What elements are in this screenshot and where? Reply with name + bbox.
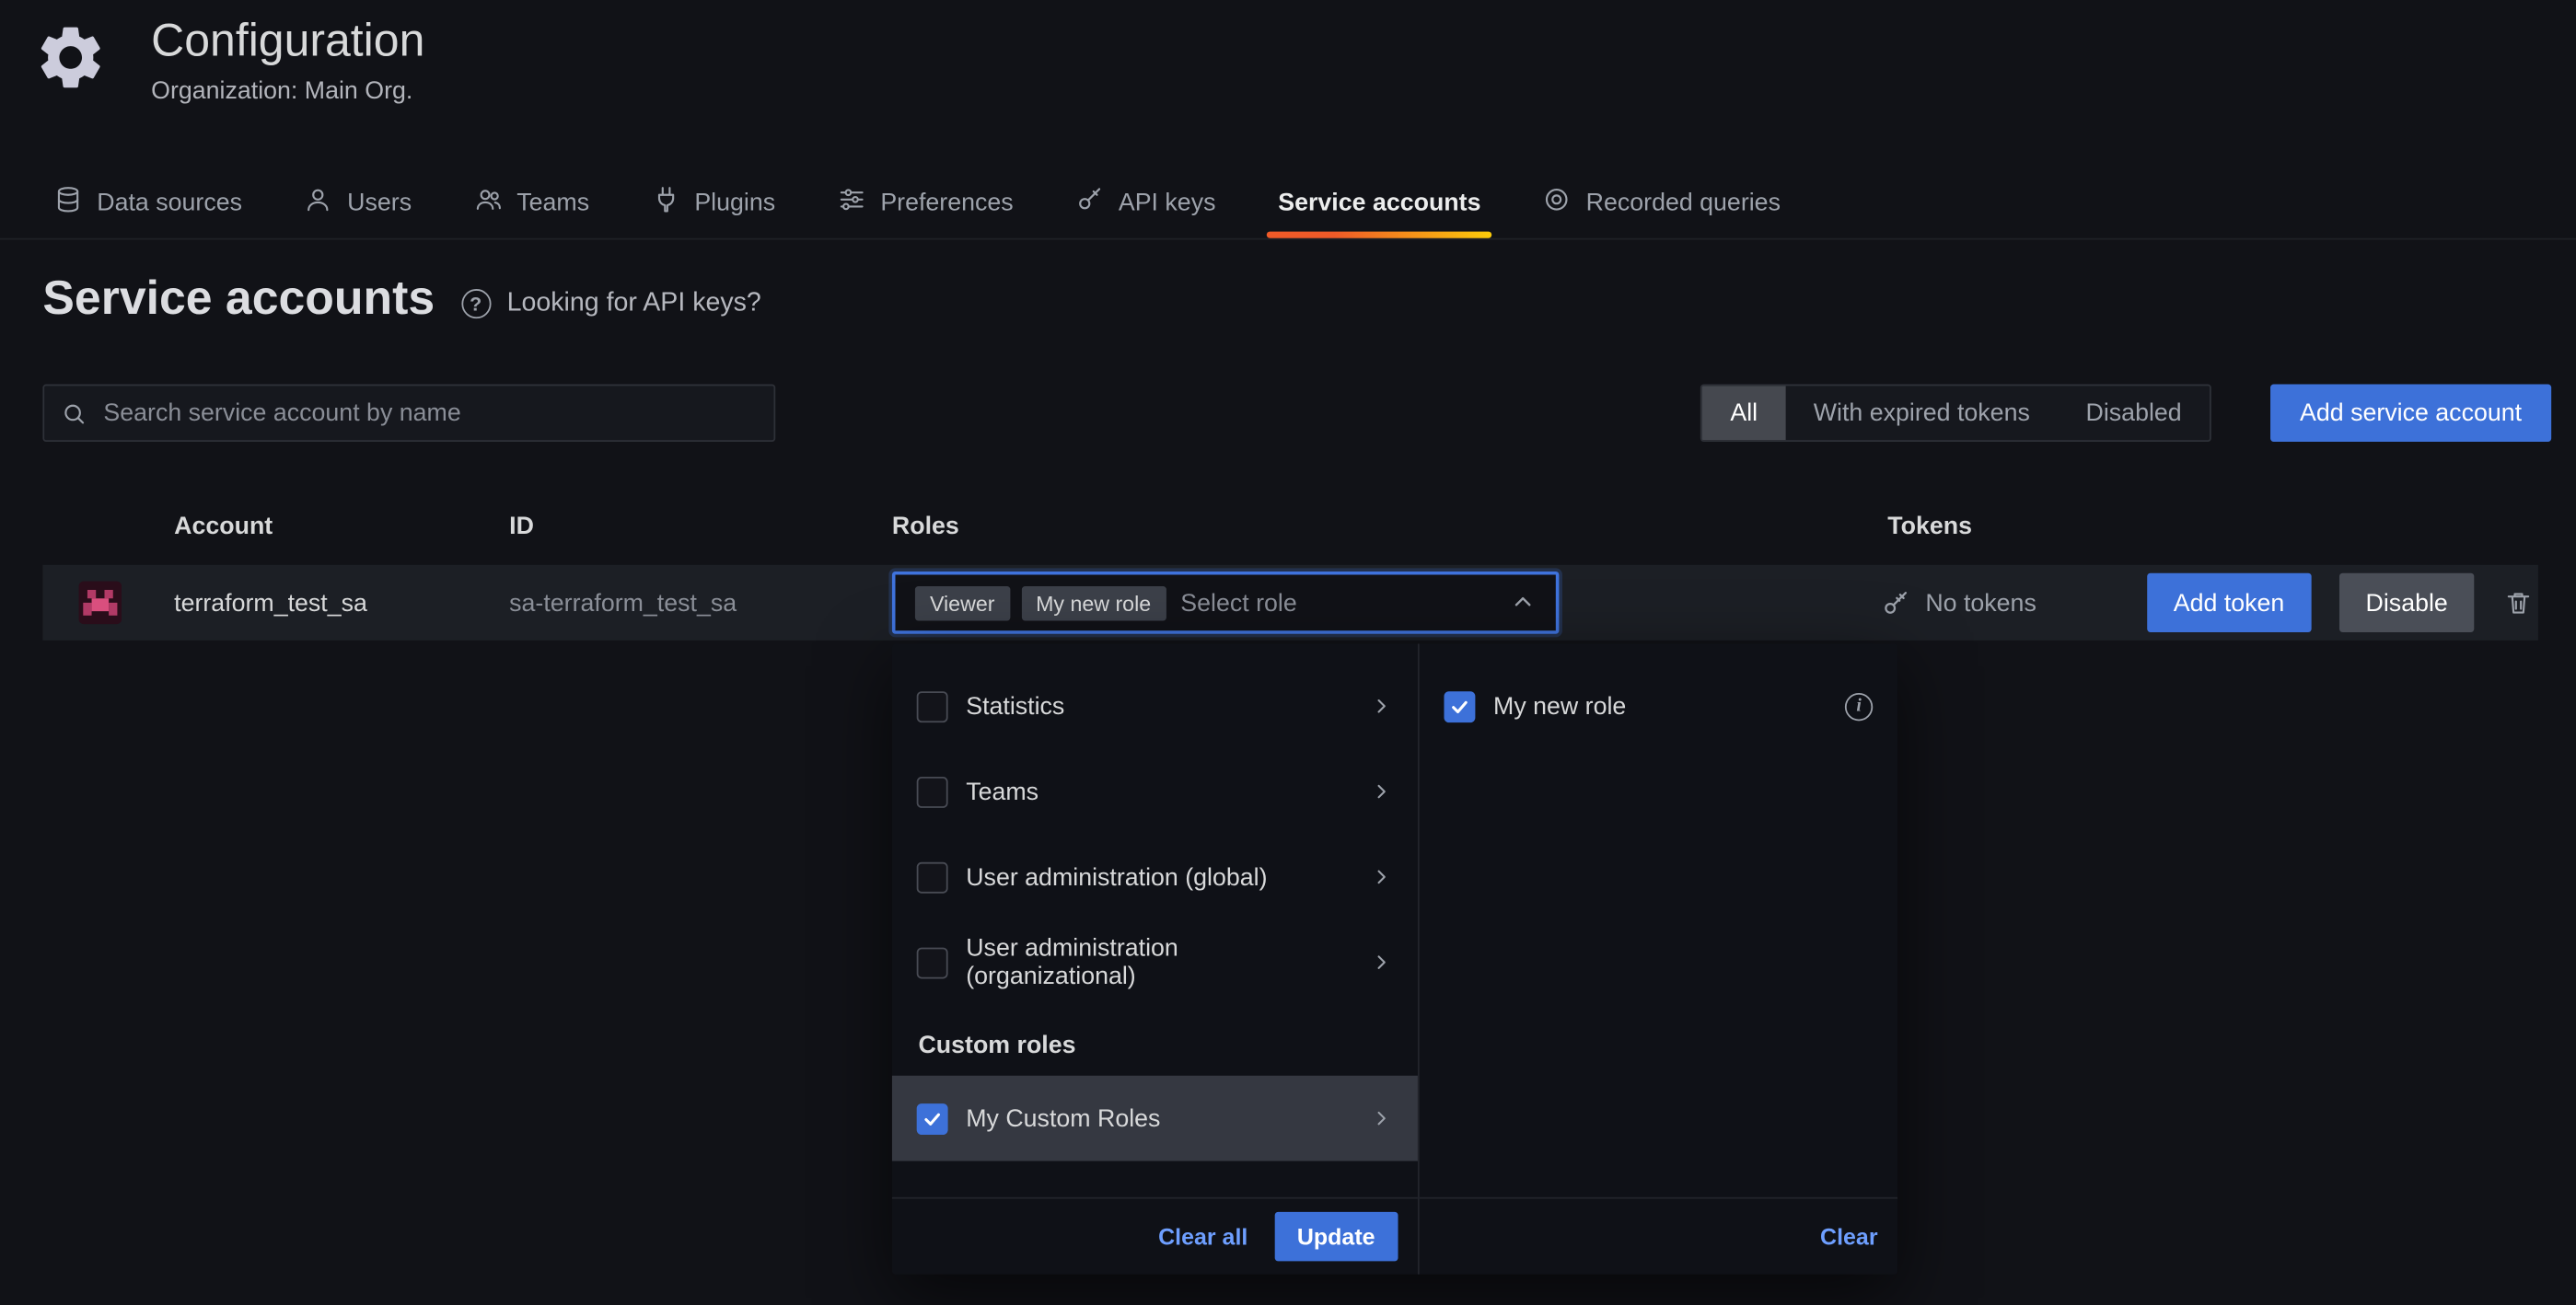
tab-label: Preferences: [880, 189, 1013, 216]
search-input[interactable]: [100, 398, 758, 429]
users-icon: [474, 186, 502, 220]
angle-right-icon[interactable]: [1370, 695, 1393, 718]
menu-option-user-admin-organizational[interactable]: User administration (organizational): [892, 919, 1418, 1005]
sliders-icon: [838, 186, 865, 220]
role-picker[interactable]: Viewer My new role: [892, 572, 1559, 634]
tab-label: Service accounts: [1278, 189, 1480, 216]
column-account: Account: [174, 513, 273, 540]
tab-label: Users: [347, 189, 412, 216]
angle-right-icon[interactable]: [1370, 1107, 1393, 1130]
angle-right-icon[interactable]: [1370, 865, 1393, 888]
clear-button[interactable]: Clear: [1820, 1223, 1878, 1250]
tab-data-sources[interactable]: Data sources: [23, 167, 273, 238]
column-id: ID: [509, 513, 534, 540]
tab-users[interactable]: Users: [273, 167, 443, 238]
tab-recorded-queries[interactable]: Recorded queries: [1512, 167, 1811, 238]
submenu-options: My new role: [1420, 643, 1897, 1196]
checkbox-statistics[interactable]: [917, 690, 948, 722]
tab-service-accounts[interactable]: Service accounts: [1247, 167, 1512, 238]
screen: Configuration Organization: Main Org. Da…: [0, 0, 2576, 1305]
tab-label: Data sources: [97, 189, 242, 216]
update-button[interactable]: Update: [1274, 1212, 1398, 1262]
avatar: [79, 565, 122, 641]
checkbox-my-new-role[interactable]: [1444, 690, 1475, 722]
page-title-row: Service accounts Looking for API keys?: [42, 272, 760, 327]
submenu-option-my-new-role[interactable]: My new role: [1420, 664, 1897, 749]
search-icon: [61, 400, 87, 427]
column-roles: Roles: [892, 513, 959, 540]
filter-expired-tokens[interactable]: With expired tokens: [1785, 386, 2058, 440]
tab-preferences[interactable]: Preferences: [806, 167, 1045, 238]
role-chip-viewer: Viewer: [915, 585, 1010, 619]
page-header: Configuration Organization: Main Org.: [33, 17, 425, 105]
key-skeleton-icon: [1881, 588, 1910, 618]
table-header: Account ID Roles Tokens: [42, 513, 2538, 549]
clear-all-button[interactable]: Clear all: [1158, 1223, 1247, 1250]
account-state-filter: All With expired tokens Disabled: [1700, 385, 2211, 442]
tab-label: Plugins: [694, 189, 775, 216]
tab-label: Teams: [516, 189, 589, 216]
grafana-configuration-page: Configuration Organization: Main Org. Da…: [0, 0, 2576, 1305]
plug-icon: [652, 186, 679, 220]
angle-right-icon[interactable]: [1370, 951, 1393, 974]
question-circle-icon: [461, 288, 491, 318]
checkbox-my-custom-roles[interactable]: [917, 1103, 948, 1134]
tab-label: Recorded queries: [1586, 189, 1781, 216]
key-icon: [1075, 186, 1103, 220]
role-chip-my-new-role: My new role: [1021, 585, 1166, 619]
table-row: terraform_test_sa sa-terraform_test_sa V…: [42, 565, 2538, 641]
column-tokens: Tokens: [1887, 513, 1972, 540]
filter-all[interactable]: All: [1702, 386, 1785, 440]
checkbox-teams[interactable]: [917, 776, 948, 807]
search-box: [42, 385, 775, 442]
gear-icon: [33, 19, 109, 95]
add-token-button[interactable]: Add token: [2147, 573, 2311, 632]
config-title: Configuration: [151, 17, 424, 67]
role-picker-input[interactable]: [1178, 587, 1499, 618]
tab-api-keys[interactable]: API keys: [1045, 167, 1247, 238]
tokens-cell: No tokens: [1881, 565, 2036, 641]
custom-roles-header: Custom roles: [892, 1005, 1418, 1076]
menu-option-teams[interactable]: Teams: [892, 749, 1418, 835]
menu-option-statistics[interactable]: Statistics: [892, 664, 1418, 749]
menu-option-user-admin-global[interactable]: User administration (global): [892, 834, 1418, 919]
info-circle-icon[interactable]: [1845, 692, 1873, 720]
option-label: User administration (organizational): [966, 934, 1334, 990]
checkbox-user-admin-global[interactable]: [917, 861, 948, 893]
role-menu-options: Statistics Teams User administration (gl…: [892, 643, 1418, 1196]
option-label: User administration (global): [966, 863, 1267, 891]
option-label: Teams: [966, 778, 1039, 805]
filter-disabled[interactable]: Disabled: [2058, 386, 2210, 440]
menu-option-my-custom-roles[interactable]: My Custom Roles: [892, 1076, 1418, 1161]
database-icon: [54, 186, 82, 220]
submenu-footer: Clear: [1420, 1197, 1897, 1275]
tokens-text: No tokens: [1925, 589, 2036, 617]
api-keys-link[interactable]: Looking for API keys?: [507, 288, 761, 318]
option-label: Statistics: [966, 692, 1064, 720]
header-text: Configuration Organization: Main Org.: [151, 17, 424, 105]
page-title: Service accounts: [42, 272, 435, 327]
role-picker-menu: Statistics Teams User administration (gl…: [892, 643, 1897, 1274]
role-submenu-panel: My new role Clear: [1418, 643, 1897, 1274]
user-icon: [305, 186, 332, 220]
tab-label: API keys: [1119, 189, 1216, 216]
angle-right-icon[interactable]: [1370, 780, 1393, 803]
trash-icon[interactable]: [2503, 588, 2533, 618]
checkbox-user-admin-organizational[interactable]: [917, 947, 948, 978]
option-label: My Custom Roles: [966, 1104, 1160, 1132]
record-circle-icon: [1543, 186, 1571, 220]
tab-teams[interactable]: Teams: [443, 167, 621, 238]
tab-plugins[interactable]: Plugins: [621, 167, 806, 238]
org-subtitle: Organization: Main Org.: [151, 77, 424, 105]
option-label: My new role: [1493, 692, 1626, 720]
add-service-account-button[interactable]: Add service account: [2270, 385, 2551, 442]
role-menu-footer: Clear all Update: [892, 1197, 1418, 1275]
config-tab-bar: Data sources Users Teams Plugins Prefere…: [0, 167, 2576, 240]
role-menu-groups-panel: Statistics Teams User administration (gl…: [892, 643, 1418, 1274]
disable-button[interactable]: Disable: [2339, 573, 2474, 632]
account-id: sa-terraform_test_sa: [509, 565, 737, 641]
chevron-up-icon[interactable]: [1510, 590, 1537, 617]
account-name-link[interactable]: terraform_test_sa: [174, 565, 367, 641]
